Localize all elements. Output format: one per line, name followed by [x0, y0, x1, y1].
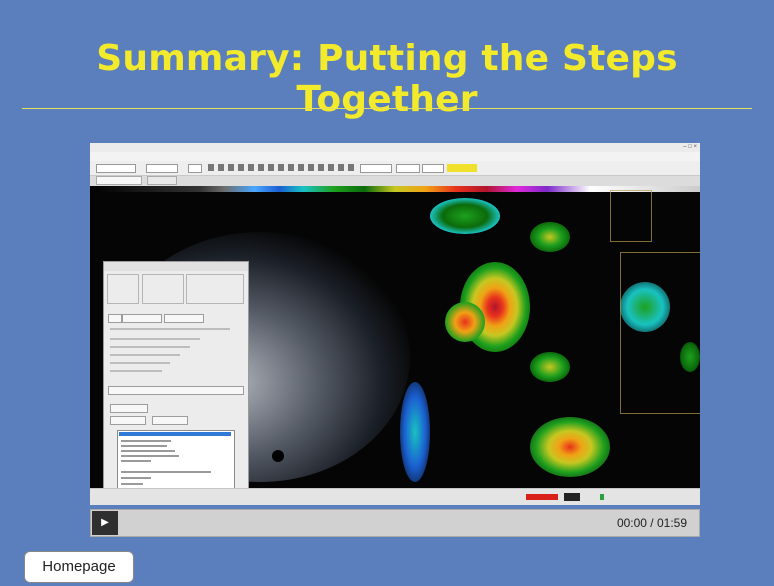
toolbar-button: [308, 164, 314, 171]
dialog-option: [110, 354, 180, 356]
toolbar-button: [348, 164, 354, 171]
dialog-time-start[interactable]: [110, 416, 146, 425]
dialog-time-end[interactable]: [152, 416, 188, 425]
dialog-list[interactable]: [117, 430, 235, 494]
video-player-bar: ▶ 00:00 / 01:59: [90, 509, 700, 537]
list-item[interactable]: [121, 455, 179, 457]
toolbar-button: [288, 164, 294, 171]
county-boundary: [610, 190, 652, 242]
toolbar-field: [188, 164, 202, 173]
app-menubar: [90, 152, 700, 161]
storm-cell: [445, 302, 485, 342]
dialog-button[interactable]: [122, 314, 162, 323]
county-boundary: [620, 252, 700, 414]
toolbar-button: [218, 164, 224, 171]
toolbar-button: [328, 164, 334, 171]
storm-cell: [430, 198, 500, 234]
dialog-group: [107, 274, 139, 304]
list-item[interactable]: [121, 445, 167, 447]
app-statusbar: [90, 488, 700, 505]
toolbar-dropdown: [360, 164, 392, 173]
window-controls[interactable]: – □ ×: [683, 143, 697, 152]
storm-cell: [530, 222, 570, 252]
play-button[interactable]: ▶: [92, 511, 118, 535]
status-alert-indicator: [526, 494, 558, 500]
radar-display: [90, 190, 700, 505]
toolbar-highlight-button: [447, 164, 477, 172]
toolbar-button: [318, 164, 324, 171]
list-item[interactable]: [121, 450, 175, 452]
tab-map: [147, 176, 178, 186]
toolbar-button: [228, 164, 234, 171]
warngen-dialog[interactable]: [103, 261, 249, 505]
toolbar-button: [258, 164, 264, 171]
dialog-duration[interactable]: [110, 404, 148, 413]
storm-line: [400, 382, 430, 482]
app-toolbar: [90, 161, 700, 176]
toolbar-dropdown: [96, 164, 136, 173]
homepage-button[interactable]: Homepage: [24, 551, 134, 583]
toolbar-button: [278, 164, 284, 171]
list-item[interactable]: [121, 483, 143, 485]
dialog-group: [186, 274, 244, 304]
dialog-option: [110, 338, 200, 340]
display-tabs: [90, 176, 700, 186]
dialog-group: [142, 274, 184, 304]
storm-cell: [530, 352, 570, 382]
list-item[interactable]: [121, 471, 211, 473]
toolbar-dropdown: [396, 164, 420, 173]
dialog-option: [110, 328, 230, 330]
dialog-title: [104, 262, 248, 271]
app-titlebar: – □ ×: [90, 143, 700, 152]
list-item[interactable]: [121, 440, 171, 442]
list-item[interactable]: [121, 460, 151, 462]
video-time-display: 00:00 / 01:59: [616, 516, 687, 530]
dialog-button[interactable]: [108, 314, 122, 323]
toolbar-button: [338, 164, 344, 171]
radar-legend: [445, 462, 695, 488]
toolbar-dropdown: [146, 164, 178, 173]
toolbar-button: [298, 164, 304, 171]
toolbar-button: [268, 164, 274, 171]
toolbar-dropdown: [422, 164, 444, 173]
toolbar-button: [248, 164, 254, 171]
title-divider: [22, 108, 752, 109]
toolbar-button: [238, 164, 244, 171]
video-frame[interactable]: – □ ×: [90, 143, 700, 505]
status-ok-indicator: [600, 494, 604, 500]
play-icon: ▶: [101, 517, 109, 528]
list-item[interactable]: [121, 477, 151, 479]
dialog-button[interactable]: [164, 314, 204, 323]
tab-map: [96, 176, 142, 186]
dialog-option: [110, 370, 162, 372]
toolbar-button: [208, 164, 214, 171]
dialog-option: [110, 362, 170, 364]
dialog-option: [110, 346, 190, 348]
dialog-dropdown[interactable]: [108, 386, 244, 395]
dialog-list-selected[interactable]: [119, 432, 231, 436]
radar-site-marker: [272, 450, 284, 462]
status-indicator: [564, 493, 580, 501]
